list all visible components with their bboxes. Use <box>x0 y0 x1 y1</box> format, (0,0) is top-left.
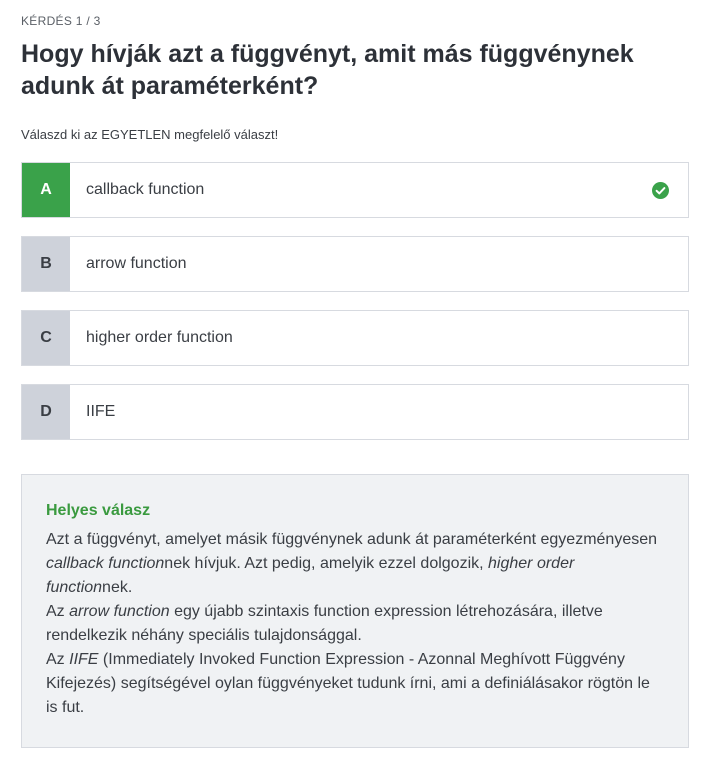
term-iife: IIFE <box>69 651 99 668</box>
text-run: Azt a függvényt, amelyet másik függvényn… <box>46 531 658 548</box>
question-counter: KÉRDÉS 1 / 3 <box>21 14 101 28</box>
option-label: arrow function <box>86 255 187 272</box>
question-title: Hogy hívják azt a függvényt, amit más fü… <box>21 40 634 100</box>
option-label: IIFE <box>86 403 116 420</box>
answer-options: A callback function B arrow function C h… <box>21 162 689 458</box>
check-circle-icon <box>632 163 688 217</box>
explanation-paragraph-2: Az arrow function egy újabb szintaxis fu… <box>46 600 664 648</box>
explanation-paragraph-3: Az IIFE (Immediately Invoked Function Ex… <box>46 648 664 720</box>
option-a[interactable]: A callback function <box>21 162 689 218</box>
option-letter: B <box>22 237 70 291</box>
option-label: callback function <box>86 181 205 198</box>
option-letter: D <box>22 385 70 439</box>
explanation-paragraph-1: Azt a függvényt, amelyet másik függvényn… <box>46 528 664 600</box>
option-label: higher order function <box>86 329 233 346</box>
text-run: Az <box>46 603 70 620</box>
instruction-text: Válaszd ki az EGYETLEN megfelelő választ… <box>21 127 279 142</box>
option-c[interactable]: C higher order function <box>21 310 689 366</box>
text-run: nek hívjuk. Azt pedig, amelyik ezzel dol… <box>164 555 489 572</box>
term-arrow: arrow function <box>69 603 175 620</box>
text-run: Az <box>46 651 70 668</box>
option-letter: C <box>22 311 70 365</box>
text-run: (Immediately Invoked Function Expression… <box>46 651 650 716</box>
text-run: nek. <box>102 579 133 596</box>
option-b[interactable]: B arrow function <box>21 236 689 292</box>
option-letter: A <box>22 163 70 217</box>
term-callback: callback function <box>46 555 165 572</box>
explanation-panel: Helyes válasz Azt a függvényt, amelyet m… <box>21 474 689 748</box>
explanation-title: Helyes válasz <box>46 502 151 519</box>
option-d[interactable]: D IIFE <box>21 384 689 440</box>
explanation-body: Azt a függvényt, amelyet másik függvényn… <box>46 528 664 720</box>
